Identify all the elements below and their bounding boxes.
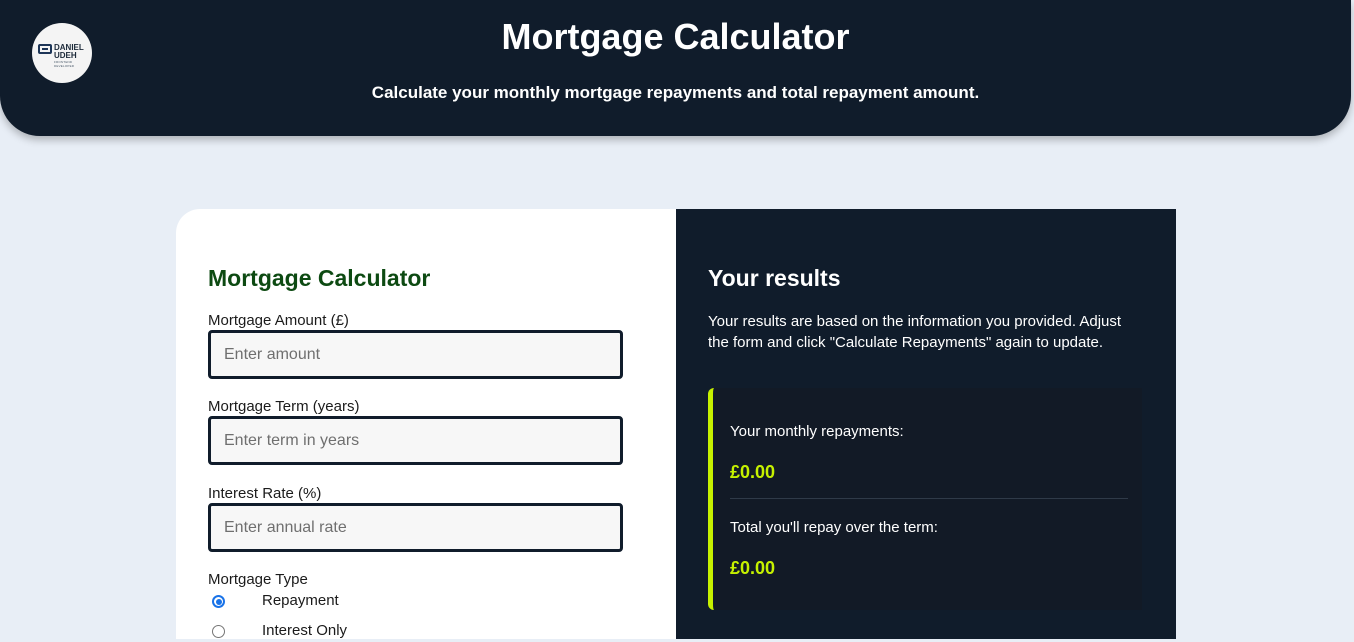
results-summary-box: Your monthly repayments: £0.00 Total you…	[708, 388, 1142, 610]
page-header: DANIEL UDEH FRONTEND DEVELOPER Mortgage …	[0, 0, 1351, 136]
results-title: Your results	[708, 265, 841, 291]
monthly-repayments-value: £0.00	[730, 462, 776, 482]
total-repayment-value: £0.00	[730, 558, 776, 578]
results-divider	[730, 498, 1128, 499]
page-title: Mortgage Calculator	[501, 16, 850, 57]
mortgage-type-label: Mortgage Type	[208, 571, 308, 588]
mortgage-term-label: Mortgage Term (years)	[208, 398, 360, 415]
form-title: Mortgage Calculator	[208, 265, 431, 291]
results-card: Your results Your results are based on t…	[676, 209, 1176, 639]
interest-only-label: Interest Only	[262, 622, 348, 639]
monthly-repayments-label: Your monthly repayments:	[730, 423, 904, 440]
mortgage-amount-input[interactable]	[208, 330, 623, 379]
mortgage-term-input[interactable]	[208, 416, 623, 465]
results-description: Your results are based on the informatio…	[708, 313, 1122, 351]
calculator-form-card: Mortgage Calculator Mortgage Amount (£) …	[176, 209, 680, 639]
repayment-label: Repayment	[262, 592, 339, 609]
mortgage-amount-label: Mortgage Amount (£)	[208, 312, 349, 329]
interest-rate-label: Interest Rate (%)	[208, 485, 322, 502]
total-repayment-label: Total you'll repay over the term:	[730, 519, 938, 536]
page-subtitle: Calculate your monthly mortgage repaymen…	[371, 83, 980, 102]
logo-tagline: FRONTEND DEVELOPER	[54, 60, 75, 68]
interest-rate-input[interactable]	[208, 503, 623, 552]
repayment-radio[interactable]	[212, 595, 225, 608]
